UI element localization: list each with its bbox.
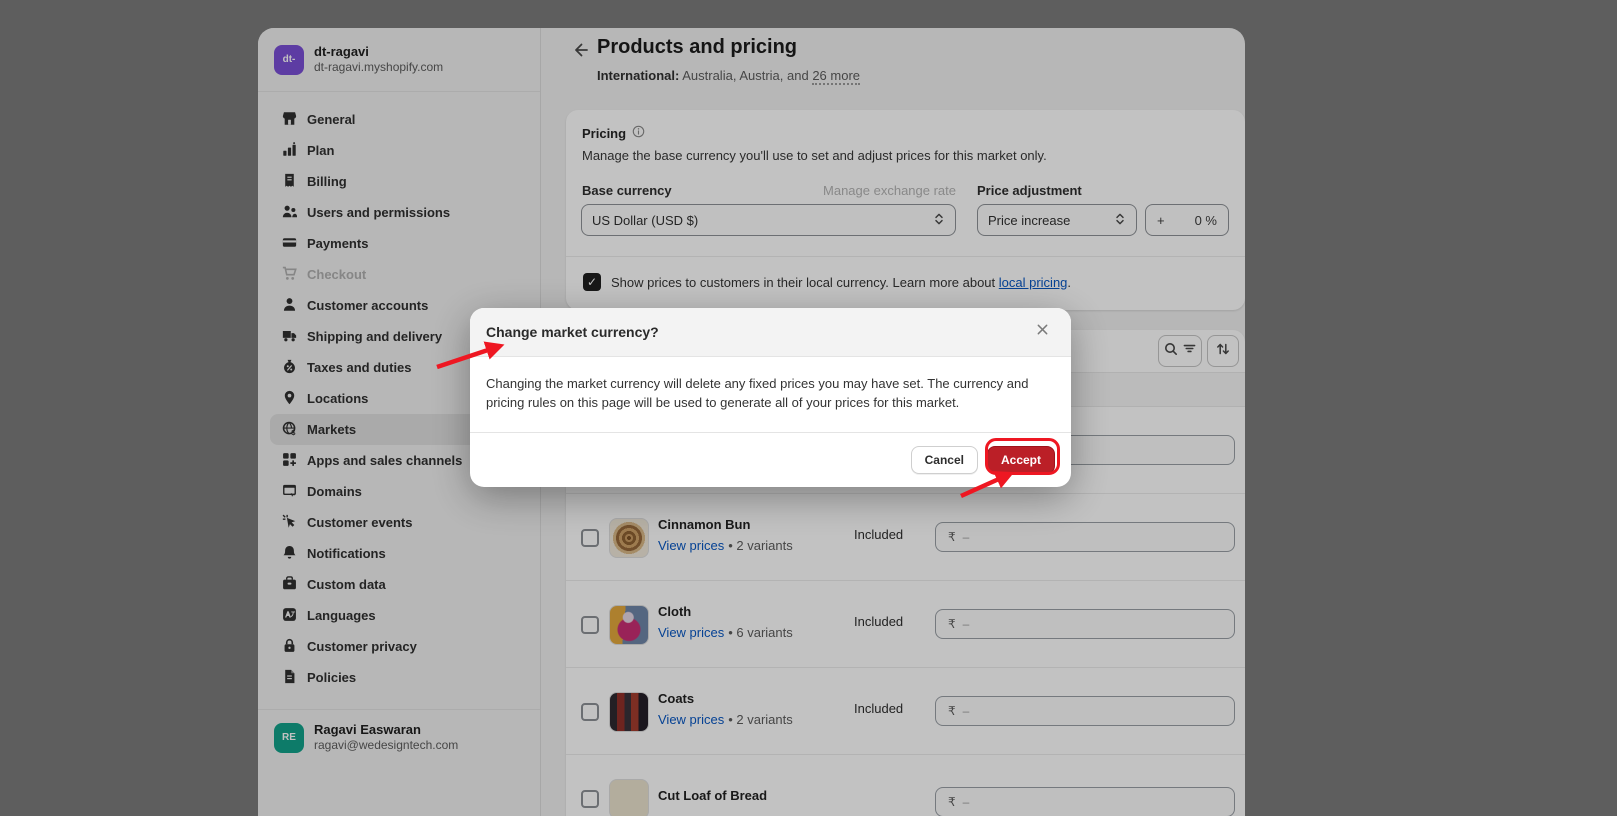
- cancel-button[interactable]: Cancel: [911, 446, 978, 474]
- accept-button[interactable]: Accept: [987, 446, 1055, 474]
- modal-body-text: Changing the market currency will delete…: [470, 357, 1071, 412]
- modal-header: Change market currency?: [470, 308, 1071, 357]
- close-icon: [1036, 323, 1049, 341]
- change-currency-modal: Change market currency? Changing the mar…: [470, 308, 1071, 487]
- close-button[interactable]: [1029, 319, 1055, 345]
- modal-footer: Cancel Accept: [470, 432, 1071, 487]
- modal-title: Change market currency?: [486, 324, 659, 340]
